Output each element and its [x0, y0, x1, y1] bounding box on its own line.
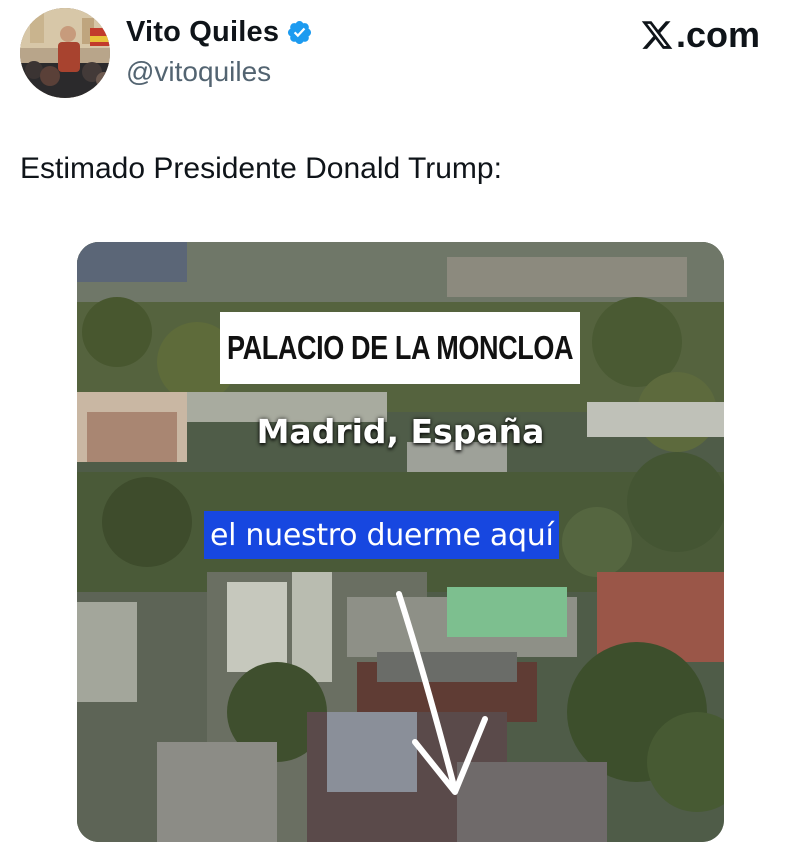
verified-badge-icon — [288, 20, 312, 45]
brand-domain: .com — [675, 14, 760, 55]
brand-logo: .com — [640, 14, 760, 56]
author-name-row: Vito Quiles — [126, 16, 313, 49]
tweet-header: Vito Quiles @vitoquiles .com — [0, 0, 800, 110]
down-arrow-icon — [396, 591, 488, 795]
author-handle[interactable]: @vitoquiles — [126, 56, 271, 88]
author-display-name[interactable]: Vito Quiles — [126, 16, 279, 49]
x-logo-icon — [641, 21, 673, 49]
tweet-media-image[interactable]: PALACIO DE LA MONCLOA Madrid, España el … — [77, 242, 724, 842]
avatar[interactable] — [20, 8, 110, 98]
tweet-text: Estimado Presidente Donald Trump: — [20, 152, 502, 185]
